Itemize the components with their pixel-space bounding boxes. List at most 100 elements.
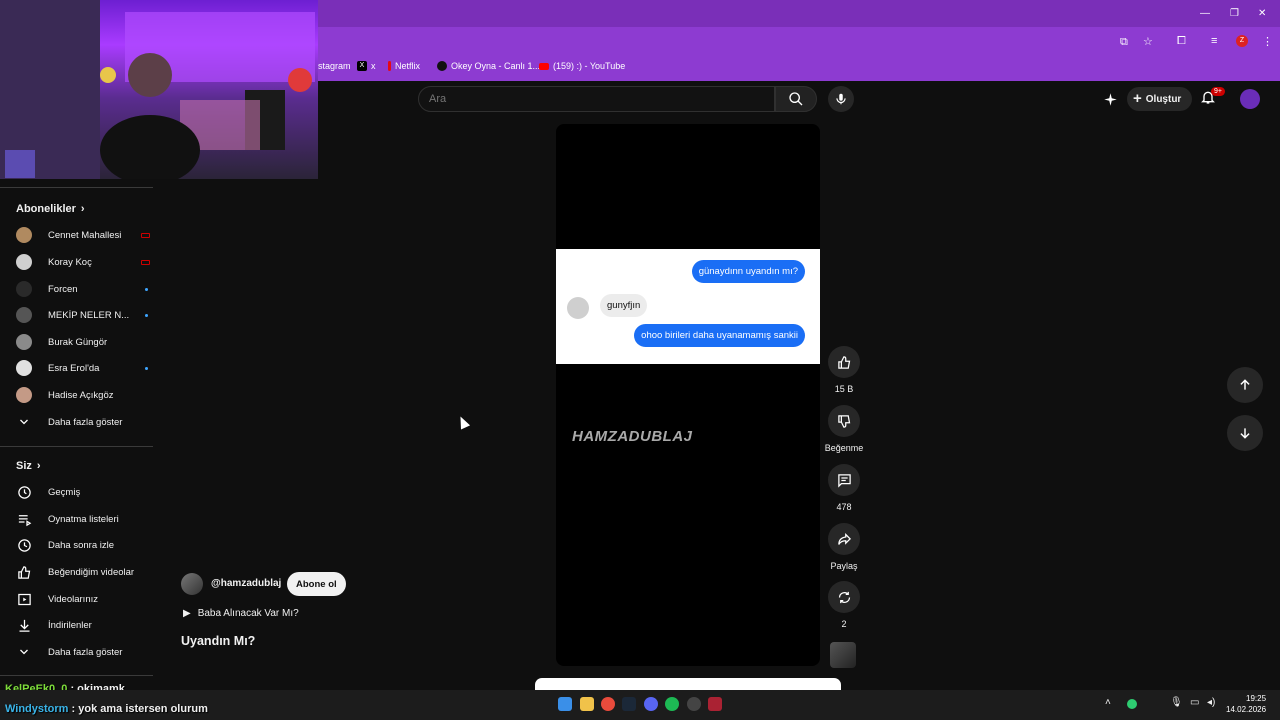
okey-icon [437, 61, 447, 71]
profile-icon[interactable]: Z [1236, 35, 1248, 47]
avatar [16, 307, 32, 323]
mouse-cursor [455, 414, 471, 430]
sidebar-sub-cennet-mahallesi[interactable]: Cennet Mahallesi [16, 223, 150, 247]
chat-avatar [567, 297, 589, 319]
tray-app-icon[interactable] [1127, 699, 1137, 709]
bookmark-netflix[interactable]: Netflix [388, 61, 420, 71]
search-input[interactable] [419, 87, 774, 111]
restore-icon[interactable]: ❐ [1230, 8, 1239, 19]
video-watermark: HAMZADUBLAJ [572, 428, 693, 445]
sound-thumbnail[interactable] [830, 642, 856, 668]
gemini-sparkle-icon[interactable] [1103, 92, 1118, 107]
mic-icon [836, 93, 846, 105]
channel-avatar[interactable] [181, 573, 203, 595]
comments-button[interactable]: 478 [828, 464, 860, 512]
chevron-down-icon [16, 414, 32, 430]
share-label: Paylaş [830, 561, 858, 571]
you-header[interactable]: Siz › [16, 460, 41, 472]
sidebar-item-downloads[interactable]: İndirilenler [16, 613, 146, 637]
dislike-label: Beğenme [824, 443, 864, 453]
history-icon [16, 484, 32, 500]
steam-icon[interactable] [622, 697, 636, 711]
tray-chevron-icon[interactable]: ˄ [1105, 697, 1111, 708]
bookmark-x[interactable]: Xx [357, 61, 376, 71]
remix-icon [828, 581, 860, 613]
share-button[interactable]: Paylaş [828, 523, 860, 571]
bookmark-youtube[interactable]: (159) :) - YouTube [539, 61, 625, 71]
spotify-icon[interactable] [665, 697, 679, 711]
account-avatar[interactable] [1240, 89, 1260, 109]
install-app-icon[interactable]: ⧉ [1120, 36, 1128, 49]
mic-tray-icon[interactable]: 🎙 [1170, 697, 1183, 708]
notifications-button[interactable]: 9+ [1200, 87, 1225, 109]
x-logo-icon: X [357, 61, 367, 71]
like-button[interactable]: 15 B [828, 346, 860, 394]
sidebar-divider [0, 675, 153, 676]
subs-show-more[interactable]: Daha fazla göster [16, 410, 146, 434]
sidebar-sub-koray-koc[interactable]: Koray Koç [16, 250, 150, 274]
minimize-icon[interactable]: — [1200, 8, 1210, 19]
thumbs-up-icon [16, 564, 32, 580]
bookmark-okey[interactable]: Okey Oyna - Canlı 1... [437, 61, 540, 71]
sidebar-item-history[interactable]: Geçmiş [16, 480, 146, 504]
remix-button[interactable]: 2 [828, 581, 860, 629]
webcam-overlay [0, 0, 318, 179]
network-icon[interactable]: ▭ [1190, 697, 1199, 708]
chevron-right-icon: › [36, 460, 41, 472]
obs-icon[interactable] [687, 697, 701, 711]
sidebar-item-liked-videos[interactable]: Beğendiğim videolar [16, 560, 146, 584]
search-field[interactable] [418, 86, 775, 112]
create-label: Oluştur [1145, 93, 1182, 105]
video-chat-screenshot: günaydınn uyandın mı? gunyfjın ohoo biri… [556, 249, 820, 364]
channel-name[interactable]: @hamzadublaj [211, 578, 281, 589]
extensions-icon[interactable]: ⧠ [1177, 35, 1186, 48]
chrome-icon[interactable] [601, 697, 615, 711]
search-button[interactable] [775, 86, 817, 112]
thumbs-down-icon [828, 405, 860, 437]
youtube-icon [539, 62, 549, 70]
arrow-up-icon [1240, 379, 1250, 390]
sidebar-sub-burak-gungor[interactable]: Burak Güngör [16, 330, 146, 354]
close-icon[interactable]: ✕ [1258, 8, 1266, 19]
chat-bubble-sent: ohoo birileri daha uyanamamış sankii [634, 324, 805, 347]
discord-icon[interactable] [644, 697, 658, 711]
new-content-dot [145, 314, 148, 317]
system-clock[interactable]: 19:25 14.02.2026 [1226, 693, 1266, 715]
file-explorer-icon[interactable] [580, 697, 594, 711]
sidebar-item-playlists[interactable]: Oynatma listeleri [16, 507, 146, 531]
sidebar-item-your-videos[interactable]: Videolarınız [16, 587, 146, 611]
voice-search-button[interactable] [828, 86, 854, 112]
previous-short-button[interactable] [1227, 367, 1263, 403]
sidebar-sub-mekip[interactable]: MEKİP NELER N... [16, 303, 148, 327]
comment-icon [828, 464, 860, 496]
play-icon: ▶ [183, 608, 191, 619]
volume-icon[interactable]: ◂) [1207, 697, 1215, 708]
song-link[interactable]: ▶ Baba Alınacak Var Mı? [183, 608, 299, 619]
create-button[interactable]: + Oluştur [1127, 87, 1192, 111]
star-icon[interactable]: ☆ [1143, 35, 1153, 48]
short-video-player[interactable]: günaydınn uyandın mı? gunyfjın ohoo biri… [556, 124, 820, 666]
menu-icon[interactable]: ⋮ [1262, 35, 1273, 48]
stream-chat-line: Windystorm : yok ama istersen olurum [5, 703, 208, 715]
new-content-dot [145, 288, 148, 291]
steam-active-icon[interactable] [708, 697, 722, 711]
media-icon[interactable]: ≡ [1211, 35, 1217, 47]
sidebar-sub-forcen[interactable]: Forcen [16, 277, 148, 301]
bookmark-instagram[interactable]: stagram [318, 61, 351, 71]
sidebar-item-watch-later[interactable]: Daha sonra izle [16, 533, 146, 557]
next-short-button[interactable] [1227, 415, 1263, 451]
live-indicator-icon [141, 233, 150, 238]
subscriptions-header[interactable]: Abonelikler › [16, 203, 85, 215]
subscribe-button[interactable]: Abone ol [287, 572, 346, 596]
live-indicator-icon [141, 260, 150, 265]
you-show-more[interactable]: Daha fazla göster [16, 640, 146, 664]
sidebar-sub-esra-erol[interactable]: Esra Erol'da [16, 356, 148, 380]
dislike-button[interactable]: Beğenme [825, 405, 863, 453]
short-title: Uyandın Mı? [181, 634, 256, 648]
sidebar-divider [0, 187, 153, 188]
thumbs-up-icon [828, 346, 860, 378]
chat-bubble-received: gunyfjın [600, 294, 648, 317]
chat-bubble-sent: günaydınn uyandın mı? [691, 260, 805, 283]
sidebar-sub-hadise[interactable]: Hadise Açıkgöz [16, 383, 146, 407]
start-icon[interactable] [558, 697, 572, 711]
